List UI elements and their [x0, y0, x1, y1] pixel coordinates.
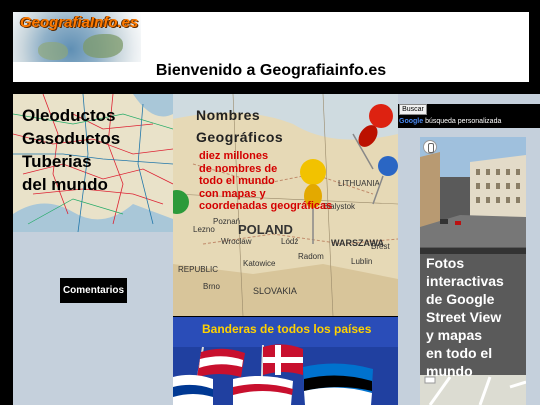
geographic-names-description: diez millones de nombres de todo el mund…: [199, 150, 389, 213]
description-line: diez millones: [199, 150, 269, 162]
geographic-names-title-line: Geográficos: [196, 129, 284, 145]
flag-image: [303, 363, 373, 405]
street-view-title-line: Fotos: [426, 255, 465, 271]
map-label: Lezno: [193, 225, 215, 234]
pipelines-title[interactable]: Oleoductos Gasoductos Tuberias del mundo: [22, 104, 172, 196]
welcome-title: Bienvenido a Geografiainfo.es: [155, 62, 387, 79]
street-view-compass-icon[interactable]: [423, 140, 437, 154]
street-view-title-line: interactivas: [426, 273, 504, 289]
flag-image: [233, 375, 293, 405]
pipelines-title-line: Gasoductos: [22, 129, 121, 148]
map-label: Poznań: [213, 217, 240, 226]
flags-title[interactable]: Banderas de todos los países: [202, 322, 371, 336]
pipelines-title-line: Oleoductos: [22, 106, 116, 125]
search-button[interactable]: Buscar: [399, 104, 427, 115]
flag-image: [173, 374, 213, 405]
google-logo: Google: [399, 118, 424, 125]
google-search-suffix: búsqueda personalizada: [425, 118, 502, 125]
map-label: Radom: [298, 252, 324, 261]
pipelines-title-line: del mundo: [22, 175, 108, 194]
map-label: REPUBLIC: [178, 265, 218, 274]
description-line: coordenadas geográficas: [199, 200, 333, 212]
pipelines-title-line: Tuberias: [22, 152, 92, 171]
map-label: POLAND: [238, 222, 293, 237]
map-label: Brno: [203, 282, 220, 291]
map-label: Lublin: [351, 257, 372, 266]
map-label: Wroclaw: [221, 237, 252, 246]
logo-text[interactable]: GeografiaInfo.es: [20, 14, 138, 31]
street-view-title-line: mundo: [426, 363, 473, 379]
geographic-names-title-line: Nombres: [196, 107, 261, 123]
description-line: con mapas y: [199, 187, 266, 200]
street-view-title-line: de Google: [426, 291, 495, 307]
description-line: de nombres de: [199, 162, 278, 175]
street-view-title-line: Street View: [426, 309, 502, 325]
map-label: Lódź: [281, 237, 298, 246]
map-label: SLOVAKIA: [253, 286, 297, 296]
street-view-title-line: en todo el: [426, 345, 493, 361]
logo-globe-land: [38, 42, 68, 60]
google-custom-search-label: Google búsqueda personalizada: [399, 118, 501, 125]
comments-button[interactable]: Comentarios: [60, 278, 127, 303]
street-view-title-line: y mapas: [426, 327, 483, 343]
logo-globe-land: [83, 34, 123, 58]
description-line: todo el mundo: [199, 175, 275, 187]
map-label: Katowice: [243, 259, 276, 268]
geographic-names-title[interactable]: Nombres Geográficos: [196, 104, 283, 148]
map-label: Brest: [371, 242, 390, 251]
street-view-title[interactable]: Fotos interactivas de Google Street View…: [426, 254, 526, 380]
